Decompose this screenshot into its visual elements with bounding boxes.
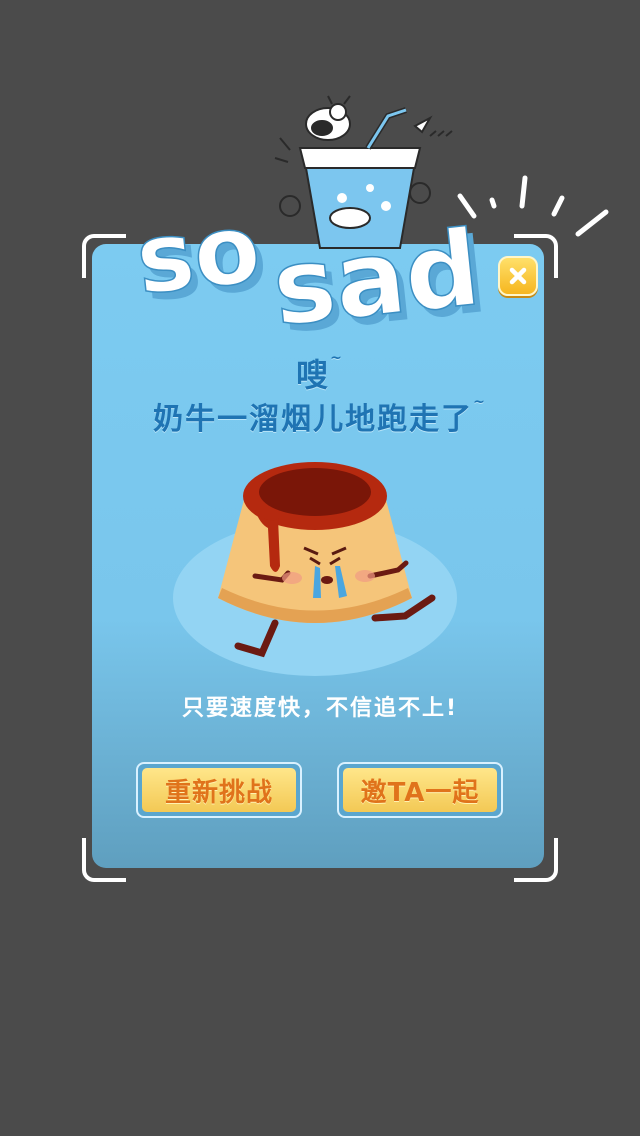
encouragement-text: 只要速度快，不信追不上! [181,696,459,721]
svg-text:so: so [131,192,265,316]
retry-challenge-label: 重新挑战 [142,768,296,812]
crying-pudding-icon [173,462,457,676]
tilde-mark: ~ [473,394,487,410]
retry-challenge-button[interactable]: 重新挑战 [136,762,302,818]
sparkle-lines [457,175,609,237]
svg-text:sad: sad [267,207,485,338]
so-sad-title-art: so so sad sad [130,95,609,338]
headline-message-text: 奶牛一溜烟儿地跑走了 [153,402,474,437]
close-icon [509,267,527,285]
tilde-mark: ~ [330,350,344,366]
invite-friend-label: 邀TA一起 [343,768,497,812]
so-text: so so [130,191,272,323]
close-button[interactable] [498,256,538,296]
headline-message: 奶牛一溜烟儿地跑走了~ [0,394,640,438]
sad-text: sad sad [267,206,493,338]
headline-sound: 嗖~ [0,350,640,396]
invite-friend-button[interactable]: 邀TA一起 [337,762,503,818]
headline-sound-text: 嗖 [296,356,331,394]
